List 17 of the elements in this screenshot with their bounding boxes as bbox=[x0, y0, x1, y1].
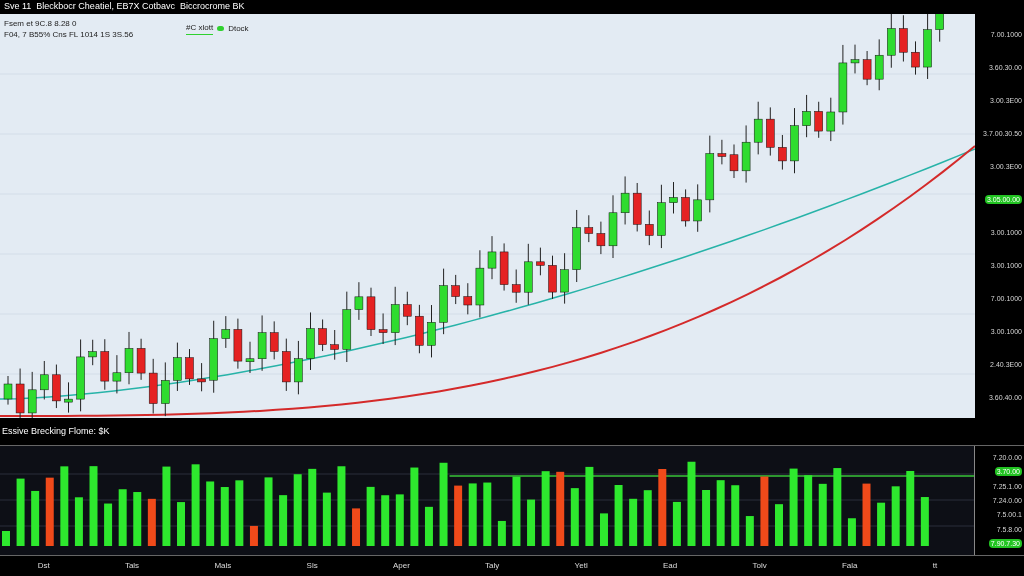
x-axis-label: Mals bbox=[214, 559, 232, 572]
x-axis-label: Fala bbox=[841, 559, 858, 572]
x-axis-label: Taly bbox=[485, 559, 500, 572]
x-axis-label: Yetl bbox=[574, 559, 588, 572]
info-text: F04, 7 B55% Cns FL 1014 1S 3S.56 bbox=[4, 29, 134, 40]
x-axis-label: Sls bbox=[306, 559, 318, 572]
legend-label: #C xlott bbox=[186, 22, 214, 35]
x-axis-label: tt bbox=[932, 559, 938, 572]
x-axis-label: Tals bbox=[124, 559, 140, 572]
window-title: Sve 11 Bleckbocr Cheatiel, EB7X Cotbavc Biccrocrome BK bbox=[4, 0, 245, 14]
info-text: Fsem et 9C.8 8.28 0 bbox=[4, 18, 78, 29]
x-axis-label: Aper bbox=[392, 559, 410, 572]
x-axis-label: Dst bbox=[37, 559, 50, 572]
legend-label: Dtock bbox=[228, 22, 249, 35]
x-axis-label: Ead bbox=[662, 559, 678, 572]
x-axis-label: Tolv bbox=[752, 559, 767, 572]
volume-title: Essive Brecking Flome: $K bbox=[1, 424, 110, 438]
